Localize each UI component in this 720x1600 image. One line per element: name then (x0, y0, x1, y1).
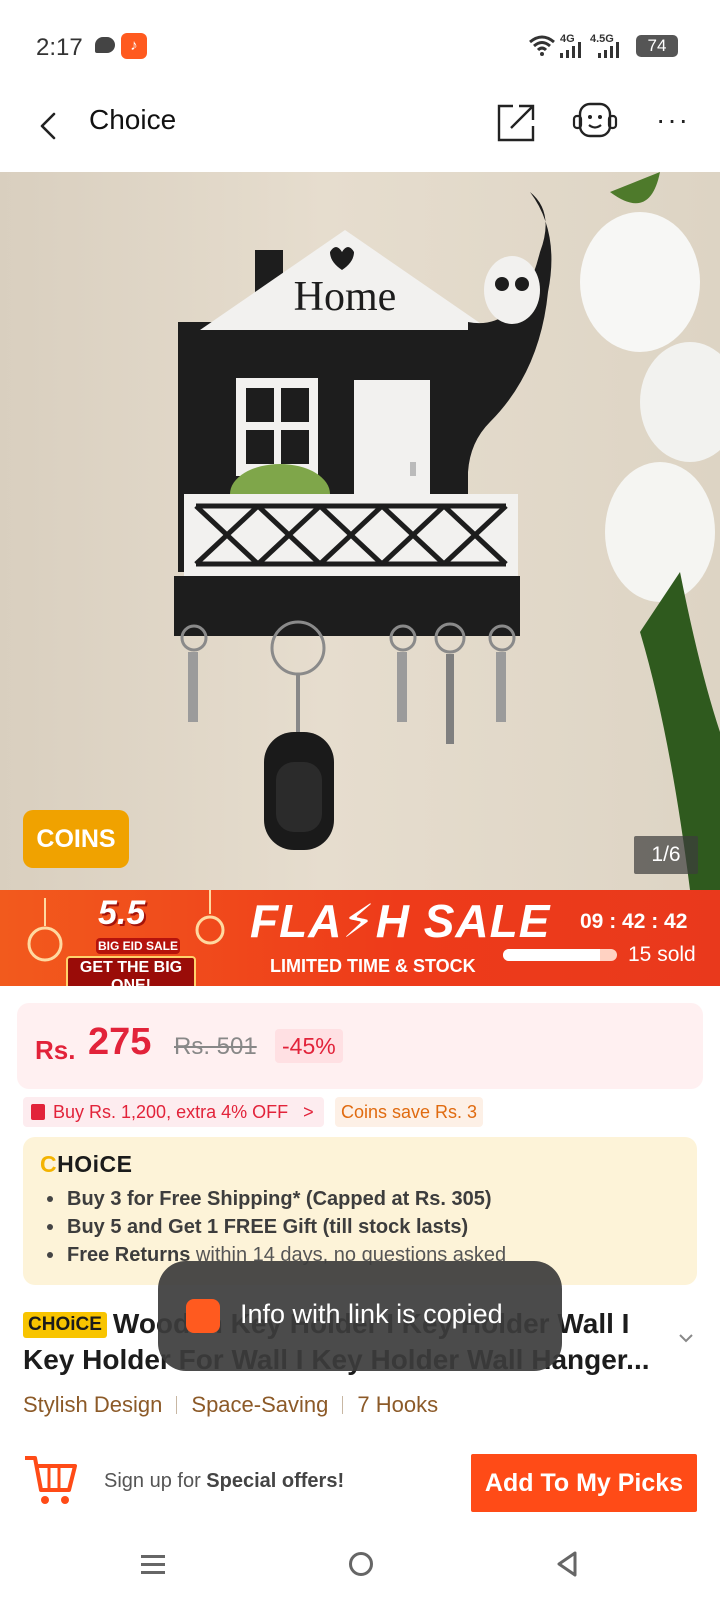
feature-tag: Space-Saving (191, 1392, 329, 1417)
customer-service-icon[interactable] (572, 102, 618, 142)
coupon-icon (31, 1104, 45, 1120)
benefit-item: Buy 3 for Free Shipping* (Capped at Rs. … (45, 1185, 506, 1213)
chevron-right-icon: > (303, 1102, 314, 1122)
flash-sale-subtitle: LIMITED TIME & STOCK (270, 956, 476, 976)
sold-progress-fill (503, 949, 600, 961)
benefits-list: Buy 3 for Free Shipping* (Capped at Rs. … (45, 1185, 506, 1269)
feature-tag: Stylish Design (23, 1392, 163, 1417)
chat-notification-icon (95, 37, 115, 53)
product-image-carousel[interactable]: Home (0, 172, 720, 890)
bottom-action-bar: Sign up for Special offers! Add To My Pi… (0, 1436, 720, 1526)
system-navigation-bar (0, 1530, 720, 1600)
sold-progress-bar (503, 949, 617, 961)
signup-prompt[interactable]: Sign up for Special offers! (104, 1470, 344, 1493)
status-time: 2:17 (36, 34, 83, 61)
sold-count: 15 sold (628, 943, 696, 966)
choice-logo: CHOiCE (40, 1151, 133, 1177)
app-logo-icon (186, 1299, 220, 1333)
coins-save-badge[interactable]: Coins save Rs. 3 (335, 1097, 484, 1127)
top-navigation: Choice ··· (0, 80, 720, 172)
home-icon[interactable] (349, 1552, 373, 1576)
more-options-icon[interactable]: ··· (656, 102, 690, 138)
recent-apps-icon[interactable] (141, 1554, 165, 1576)
flash-sale-banner[interactable]: 5.5 BIG EID SALE GET THE BIG ONE! FLA⚡H … (0, 890, 720, 986)
battery-indicator: 74 (636, 35, 678, 57)
current-price: 275 (88, 1021, 152, 1063)
benefit-item: Buy 5 and Get 1 FREE Gift (till stock la… (45, 1213, 506, 1241)
sign-text: Home (294, 274, 397, 320)
feature-tag: 7 Hooks (357, 1392, 439, 1417)
countdown-timer: 09 : 42 : 42 (580, 910, 688, 933)
cart-icon[interactable] (21, 1450, 81, 1510)
chevron-down-icon[interactable] (678, 1330, 694, 1346)
coins-badge[interactable]: COINS (23, 810, 129, 868)
copied-toast: Info with link is copied (158, 1261, 562, 1371)
price-currency: Rs. (35, 1035, 76, 1065)
product-photo: Home (174, 172, 720, 890)
price-section: Rs. 275 Rs. 501 -45% (17, 1003, 703, 1089)
image-pager: 1/6 (634, 836, 698, 874)
signal-1-icon (560, 42, 581, 58)
page-title: Choice (89, 104, 177, 135)
eid-sale-number: 5.5 (98, 894, 146, 932)
add-to-my-picks-button[interactable]: Add To My Picks (471, 1454, 697, 1512)
eid-sale-logo: 5.5 BIG EID SALE GET THE BIG ONE! (62, 894, 198, 986)
nav-back-icon[interactable] (555, 1550, 579, 1578)
signal-2-icon (598, 42, 619, 58)
status-bar: 2:17 ♪ 4G 4.5G 74 (0, 0, 720, 80)
original-price: Rs. 501 (174, 1033, 257, 1060)
coupon-label: Buy Rs. 1,200, extra 4% OFF (53, 1102, 289, 1122)
choice-tag: CHOiCE (23, 1312, 107, 1338)
discount-badge: -45% (275, 1029, 343, 1063)
share-icon[interactable] (497, 102, 537, 142)
toast-message: Info with link is copied (240, 1299, 503, 1329)
eid-sale-cta: GET THE BIG ONE! (66, 956, 196, 986)
app-notification-icon: ♪ (121, 33, 147, 59)
wifi-icon (529, 35, 555, 56)
flash-sale-title: FLA⚡H SALE (250, 895, 551, 947)
extra-off-coupon[interactable]: Buy Rs. 1,200, extra 4% OFF > (23, 1097, 324, 1127)
back-arrow-icon[interactable] (34, 108, 64, 144)
eid-sale-label: BIG EID SALE (96, 938, 180, 954)
feature-tags: Stylish Design Space-Saving 7 Hooks (23, 1392, 438, 1418)
